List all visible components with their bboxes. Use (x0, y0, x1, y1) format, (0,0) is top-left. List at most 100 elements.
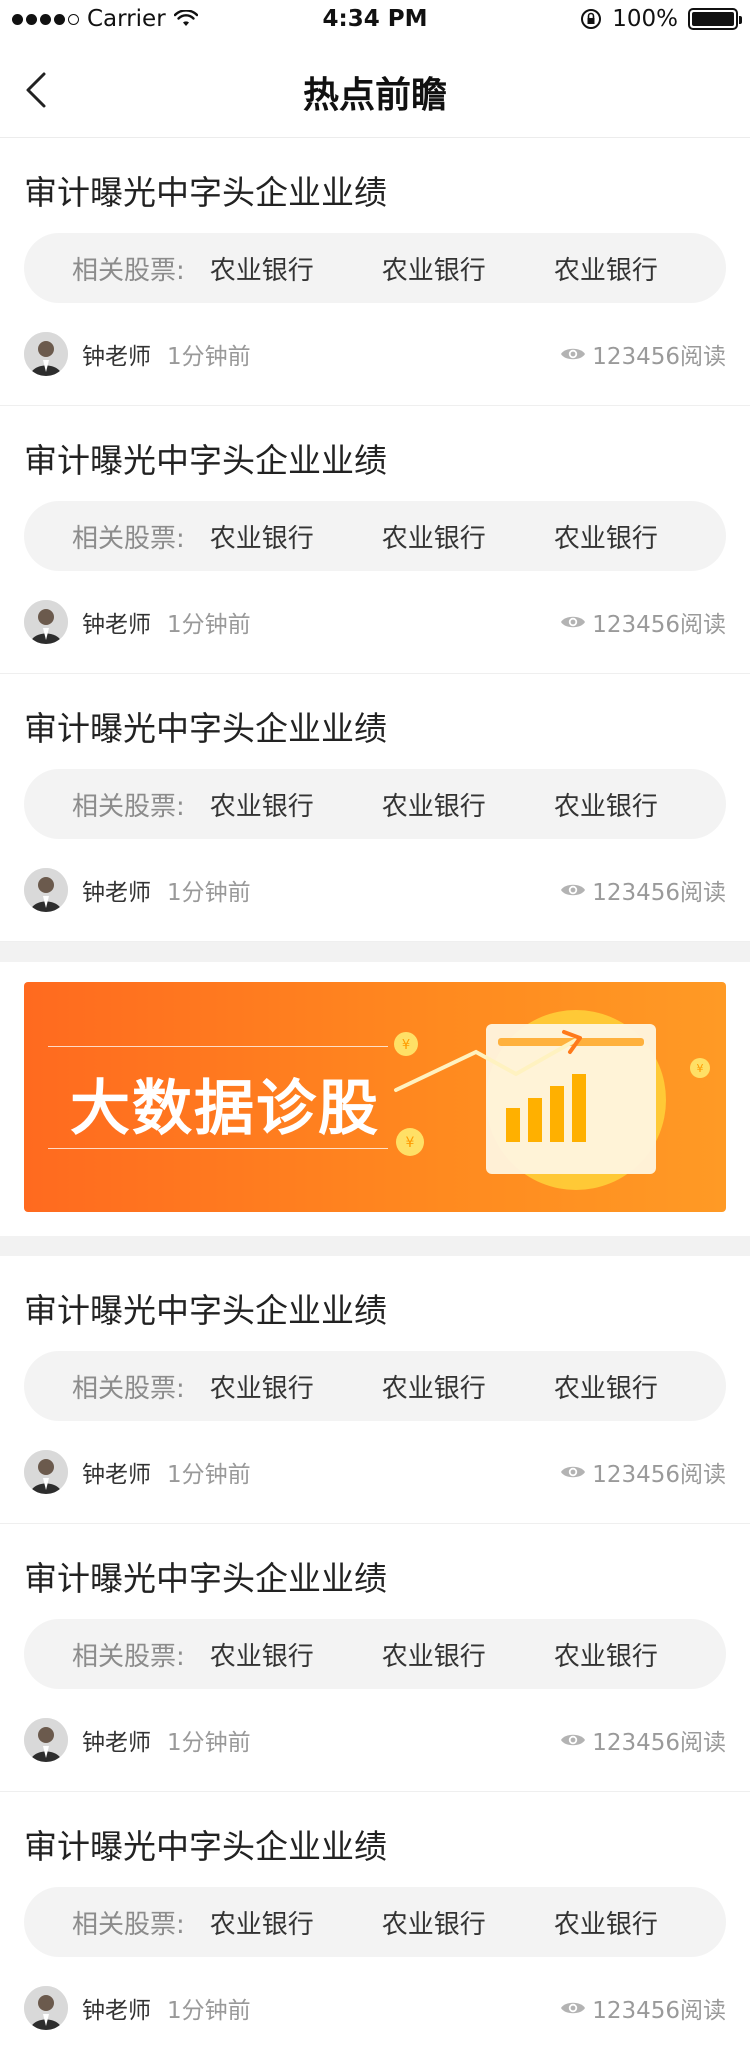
news-meta: 钟老师 1分钟前 123456阅读 (24, 868, 726, 912)
view-count: 123456阅读 (560, 873, 726, 907)
author-name: 钟老师 (82, 1730, 151, 1756)
eye-icon (561, 884, 586, 896)
stock-link[interactable]: 农业银行 (382, 1636, 554, 1673)
news-title: 审计曝光中字头企业业绩 (24, 1827, 387, 1866)
stock-link[interactable]: 农业银行 (210, 1636, 382, 1673)
banner-line-top (48, 1046, 388, 1047)
stock-link[interactable]: 农业银行 (210, 1368, 382, 1405)
view-count-text: 123456阅读 (592, 1462, 726, 1488)
page-title: 热点前瞻 (302, 75, 447, 116)
related-stocks: 相关股票: 农业银行 农业银行 农业银行 (24, 501, 726, 571)
battery-icon (688, 8, 742, 30)
news-list-bottom: 审计曝光中字头企业业绩 相关股票: 农业银行 农业银行 农业银行 钟老师 1分钟… (0, 1256, 750, 2057)
section-divider (0, 942, 750, 962)
news-meta: 钟老师 1分钟前 123456阅读 (24, 1450, 726, 1494)
stock-link[interactable]: 农业银行 (382, 250, 554, 287)
battery-level (692, 12, 734, 26)
view-count: 123456阅读 (560, 337, 726, 371)
stock-link[interactable]: 农业银行 (554, 786, 726, 823)
view-count: 123456阅读 (560, 1723, 726, 1757)
banner-section: 大数据诊股 ¥ ¥ ¥ (0, 962, 750, 1236)
status-bar: Carrier 4:34 PM 100% (0, 0, 750, 40)
related-stocks: 相关股票: 农业银行 农业银行 农业银行 (24, 1619, 726, 1689)
avatar (24, 600, 68, 644)
view-count-text: 123456阅读 (592, 880, 726, 906)
author-avatar-icon (24, 1718, 68, 1762)
news-meta: 钟老师 1分钟前 123456阅读 (24, 1986, 726, 2030)
stock-link[interactable]: 农业银行 (554, 250, 726, 287)
news-meta: 钟老师 1分钟前 123456阅读 (24, 1718, 726, 1762)
stock-link[interactable]: 农业银行 (210, 518, 382, 555)
rotation-lock-icon (581, 9, 602, 29)
news-meta: 钟老师 1分钟前 123456阅读 (24, 332, 726, 376)
author-avatar-icon (24, 1986, 68, 2030)
news-title: 审计曝光中字头企业业绩 (24, 1291, 387, 1330)
svg-text:¥: ¥ (697, 1062, 704, 1075)
stock-link[interactable]: 农业银行 (382, 786, 554, 823)
news-item[interactable]: 审计曝光中字头企业业绩 相关股票: 农业银行 农业银行 农业银行 钟老师 1分钟… (0, 406, 750, 674)
stock-link[interactable]: 农业银行 (382, 1368, 554, 1405)
related-stocks-label: 相关股票: (72, 1373, 185, 1404)
publish-time: 1分钟前 (167, 880, 251, 906)
news-title: 审计曝光中字头企业业绩 (24, 441, 387, 480)
publish-time: 1分钟前 (167, 1998, 251, 2024)
eye-icon (561, 1734, 586, 1746)
avatar (24, 1718, 68, 1762)
stock-link[interactable]: 农业银行 (554, 1636, 726, 1673)
author-name: 钟老师 (82, 344, 151, 370)
eye-icon (561, 2002, 586, 2014)
related-stocks: 相关股票: 农业银行 农业银行 农业银行 (24, 1887, 726, 1957)
related-stocks: 相关股票: 农业银行 农业银行 农业银行 (24, 233, 726, 303)
news-item[interactable]: 审计曝光中字头企业业绩 相关股票: 农业银行 农业银行 农业银行 钟老师 1分钟… (0, 1524, 750, 1792)
view-count-text: 123456阅读 (592, 1730, 726, 1756)
svg-text:¥: ¥ (402, 1038, 410, 1053)
related-stocks: 相关股票: 农业银行 农业银行 农业银行 (24, 769, 726, 839)
avatar (24, 1450, 68, 1494)
author-name: 钟老师 (82, 612, 151, 638)
view-count: 123456阅读 (560, 1455, 726, 1489)
news-title: 审计曝光中字头企业业绩 (24, 173, 387, 212)
view-count-text: 123456阅读 (592, 612, 726, 638)
nav-bar: 热点前瞻 (0, 40, 750, 138)
view-count-text: 123456阅读 (592, 344, 726, 370)
stock-link[interactable]: 农业银行 (210, 250, 382, 287)
big-data-stock-diagnosis-banner[interactable]: 大数据诊股 ¥ ¥ ¥ (24, 982, 726, 1212)
stock-link[interactable]: 农业银行 (554, 518, 726, 555)
publish-time: 1分钟前 (167, 612, 251, 638)
stock-link[interactable]: 农业银行 (382, 518, 554, 555)
publish-time: 1分钟前 (167, 1730, 251, 1756)
view-count-text: 123456阅读 (592, 1998, 726, 2024)
banner-line-bottom (48, 1148, 388, 1149)
avatar (24, 1986, 68, 2030)
related-stocks-label: 相关股票: (72, 523, 185, 554)
view-count: 123456阅读 (560, 605, 726, 639)
eye-icon (561, 616, 586, 628)
author-avatar-icon (24, 332, 68, 376)
avatar (24, 868, 68, 912)
news-item[interactable]: 审计曝光中字头企业业绩 相关股票: 农业银行 农业银行 农业银行 钟老师 1分钟… (0, 1256, 750, 1524)
publish-time: 1分钟前 (167, 344, 251, 370)
view-count: 123456阅读 (560, 1991, 726, 2025)
author-name: 钟老师 (82, 880, 151, 906)
author-avatar-icon (24, 1450, 68, 1494)
news-title: 审计曝光中字头企业业绩 (24, 709, 387, 748)
related-stocks: 相关股票: 农业银行 农业银行 农业银行 (24, 1351, 726, 1421)
stock-link[interactable]: 农业银行 (210, 786, 382, 823)
news-list-top: 审计曝光中字头企业业绩 相关股票: 农业银行 农业银行 农业银行 钟老师 1分钟… (0, 138, 750, 942)
author-avatar-icon (24, 868, 68, 912)
stock-link[interactable]: 农业银行 (554, 1368, 726, 1405)
related-stocks-label: 相关股票: (72, 1641, 185, 1672)
publish-time: 1分钟前 (167, 1462, 251, 1488)
news-item[interactable]: 审计曝光中字头企业业绩 相关股票: 农业银行 农业银行 农业银行 钟老师 1分钟… (0, 674, 750, 942)
stock-link[interactable]: 农业银行 (382, 1904, 554, 1941)
related-stocks-label: 相关股票: (72, 255, 185, 286)
news-item[interactable]: 审计曝光中字头企业业绩 相关股票: 农业银行 农业银行 农业银行 钟老师 1分钟… (0, 138, 750, 406)
author-avatar-icon (24, 600, 68, 644)
stock-link[interactable]: 农业银行 (210, 1904, 382, 1941)
eye-icon (561, 348, 586, 360)
stock-link[interactable]: 农业银行 (554, 1904, 726, 1941)
news-item[interactable]: 审计曝光中字头企业业绩 相关股票: 农业银行 农业银行 农业银行 钟老师 1分钟… (0, 1792, 750, 2057)
svg-text:¥: ¥ (406, 1135, 415, 1151)
status-right: 100% (580, 6, 742, 32)
chart-illustration-icon: ¥ ¥ ¥ (394, 1010, 710, 1190)
